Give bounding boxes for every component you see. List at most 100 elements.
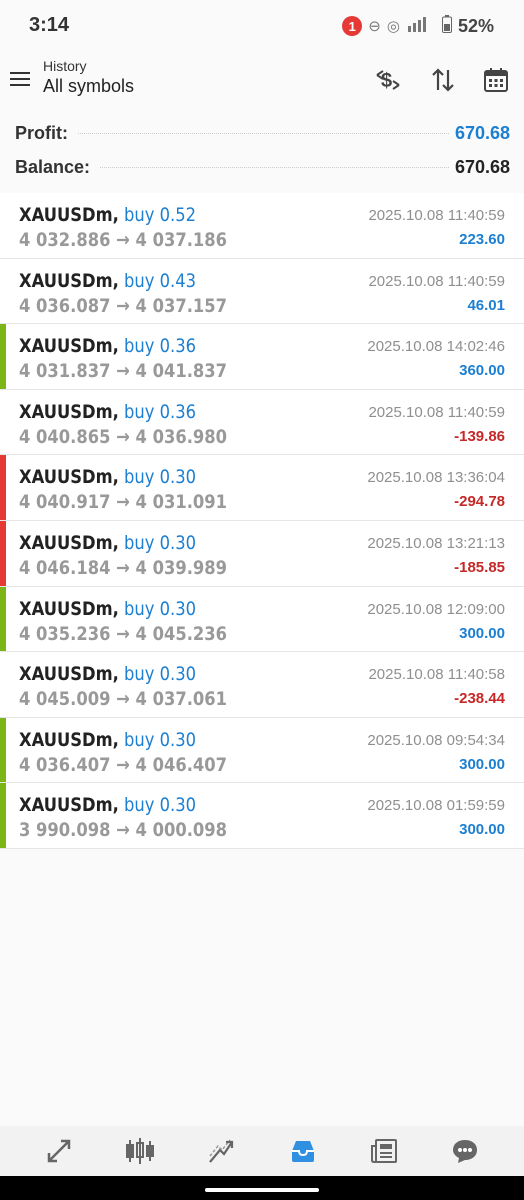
menu-icon[interactable] — [10, 65, 34, 93]
deal-prices: 4 031.837 → 4 041.837 — [19, 360, 228, 383]
account-summary: Profit: 670.68 Balance: 670.68 — [0, 116, 524, 190]
signal-icon — [406, 16, 436, 36]
notification-badge: 1 — [342, 16, 363, 36]
deal-symbol: XAUUSDm, — [19, 400, 119, 423]
deal-profit: -185.85 — [454, 558, 505, 576]
deal-symbol: XAUUSDm, — [19, 794, 119, 817]
deal-row[interactable]: XAUUSDm, buy 0.36 4 031.837 → 4 041.837 20… — [0, 324, 524, 390]
deal-row[interactable]: XAUUSDm, buy 0.30 4 046.184 → 4 039.989 20… — [0, 520, 524, 587]
deal-side: buy 0.30 — [124, 597, 197, 620]
deal-time: 2025.10.08 11:40:59 — [368, 272, 505, 290]
deal-row[interactable]: XAUUSDm, buy 0.30 4 040.917 → 4 031.091 20… — [0, 455, 524, 521]
chat-icon[interactable] — [445, 1131, 485, 1171]
deal-prices: 4 040.865 → 4 036.980 — [19, 425, 228, 448]
deal-side: buy 0.30 — [124, 663, 197, 686]
dnd-icon: ⊖ — [368, 18, 381, 35]
deal-marker — [0, 520, 6, 586]
status-time: 3:14 — [29, 14, 70, 36]
deal-profit: 46.01 — [467, 296, 505, 314]
deal-prices: 4 035.236 → 4 045.236 — [19, 622, 228, 645]
deal-time: 2025.10.08 13:36:04 — [367, 469, 505, 487]
home-indicator[interactable] — [205, 1188, 319, 1192]
deal-time: 2025.10.08 12:09:00 — [367, 600, 505, 618]
deal-profit: 300.00 — [459, 821, 505, 839]
deal-time: 2025.10.08 13:21:13 — [367, 534, 505, 552]
battery-icon — [441, 15, 452, 37]
deal-profit: -294.78 — [454, 493, 505, 511]
status-bar: 3:14 1 ⊖ ◎ 52% — [0, 0, 524, 52]
sort-icon[interactable] — [427, 64, 459, 96]
profit-label: Profit: — [15, 122, 72, 144]
deal-row[interactable]: XAUUSDm, buy 0.30 3 990.098 → 4 000.098 20… — [0, 783, 524, 849]
deal-prices: 4 036.407 → 4 046.407 — [19, 753, 228, 776]
currency-filter-icon[interactable]: $ — [372, 64, 404, 96]
deal-side: buy 0.30 — [124, 794, 197, 817]
deal-marker — [0, 652, 6, 717]
deal-time: 2025.10.08 11:40:59 — [368, 207, 505, 224]
deal-time: 2025.10.08 11:40:58 — [368, 666, 505, 684]
deal-profit: 300.00 — [459, 755, 505, 773]
deal-symbol: XAUUSDm, — [19, 269, 119, 292]
deal-marker — [0, 324, 6, 389]
bottom-nav — [0, 1126, 524, 1176]
deal-profit: 360.00 — [459, 362, 505, 380]
history-inbox-icon[interactable] — [283, 1131, 323, 1171]
deal-prices: 4 045.009 → 4 037.061 — [19, 688, 228, 711]
deal-symbol: XAUUSDm, — [19, 204, 119, 226]
hotspot-icon: ◎ — [386, 18, 400, 35]
deal-side: buy 0.52 — [124, 204, 197, 226]
deal-marker — [0, 259, 6, 324]
deal-row[interactable]: XAUUSDm, buy 0.30 4 035.236 → 4 045.236 20… — [0, 586, 524, 653]
deal-side: buy 0.30 — [124, 728, 197, 751]
section-title: History — [43, 58, 87, 74]
status-icons: 1 ⊖ ◎ 52% — [342, 14, 494, 38]
deal-marker — [0, 717, 6, 783]
system-nav-bar — [0, 1176, 524, 1200]
deal-profit: 300.00 — [459, 624, 505, 642]
svg-text:$: $ — [381, 70, 392, 92]
deal-side: buy 0.30 — [124, 531, 197, 554]
deal-prices: 4 032.886 → 4 037.186 — [19, 229, 228, 251]
candlestick-icon[interactable] — [120, 1131, 160, 1171]
deal-symbol: XAUUSDm, — [19, 597, 119, 620]
news-icon[interactable] — [364, 1131, 404, 1171]
calendar-icon[interactable] — [480, 64, 512, 96]
app-bar: History All symbols $ — [0, 52, 524, 110]
deal-time: 2025.10.08 11:40:59 — [368, 403, 505, 421]
deal-prices: 4 036.087 → 4 037.157 — [19, 294, 228, 317]
quotes-icon[interactable] — [39, 1131, 79, 1171]
deal-marker — [0, 390, 6, 455]
deal-side: buy 0.30 — [124, 466, 197, 489]
title-block: History All symbols — [43, 58, 134, 97]
deal-symbol: XAUUSDm, — [19, 466, 119, 489]
deal-time: 2025.10.08 01:59:59 — [367, 797, 505, 815]
deal-row[interactable]: XAUUSDm, buy 0.30 4 036.407 → 4 046.407 20… — [0, 717, 524, 784]
profit-value: 670.68 — [454, 122, 510, 143]
deal-side: buy 0.36 — [124, 400, 197, 423]
deal-row[interactable]: XAUUSDm, buy 0.43 4 036.087 → 4 037.157 20… — [0, 258, 524, 325]
deal-symbol: XAUUSDm, — [19, 663, 119, 686]
deal-prices: 4 046.184 → 4 039.989 — [19, 556, 228, 579]
deal-prices: 4 040.917 → 4 031.091 — [19, 491, 228, 514]
deal-profit: -238.44 — [454, 690, 505, 708]
balance-value: 670.68 — [454, 156, 510, 177]
dotted-leader — [100, 166, 449, 168]
dotted-leader — [78, 132, 449, 134]
deal-prices: 3 990.098 → 4 000.098 — [19, 819, 228, 842]
deal-row[interactable]: XAUUSDm, buy 0.36 4 040.865 → 4 036.980 20… — [0, 389, 524, 456]
deal-symbol: XAUUSDm, — [19, 728, 119, 751]
deal-marker — [0, 783, 6, 848]
deal-side: buy 0.36 — [124, 335, 197, 358]
deal-side: buy 0.43 — [124, 269, 197, 292]
balance-row: Balance: 670.68 — [15, 152, 510, 182]
deals-list: XAUUSDm, buy 0.52 4 032.886 → 4 037.186 20… — [0, 193, 524, 849]
deal-symbol: XAUUSDm, — [19, 335, 119, 358]
deal-time: 2025.10.08 14:02:46 — [367, 338, 505, 356]
deal-marker — [0, 455, 6, 520]
deal-row[interactable]: XAUUSDm, buy 0.30 4 045.009 → 4 037.061 20… — [0, 652, 524, 718]
deal-marker — [0, 193, 6, 258]
deal-row[interactable]: XAUUSDm, buy 0.52 4 032.886 → 4 037.186 20… — [0, 193, 524, 259]
deal-symbol: XAUUSDm, — [19, 531, 119, 554]
trade-icon[interactable] — [201, 1131, 241, 1171]
deal-profit: 223.60 — [459, 231, 505, 248]
